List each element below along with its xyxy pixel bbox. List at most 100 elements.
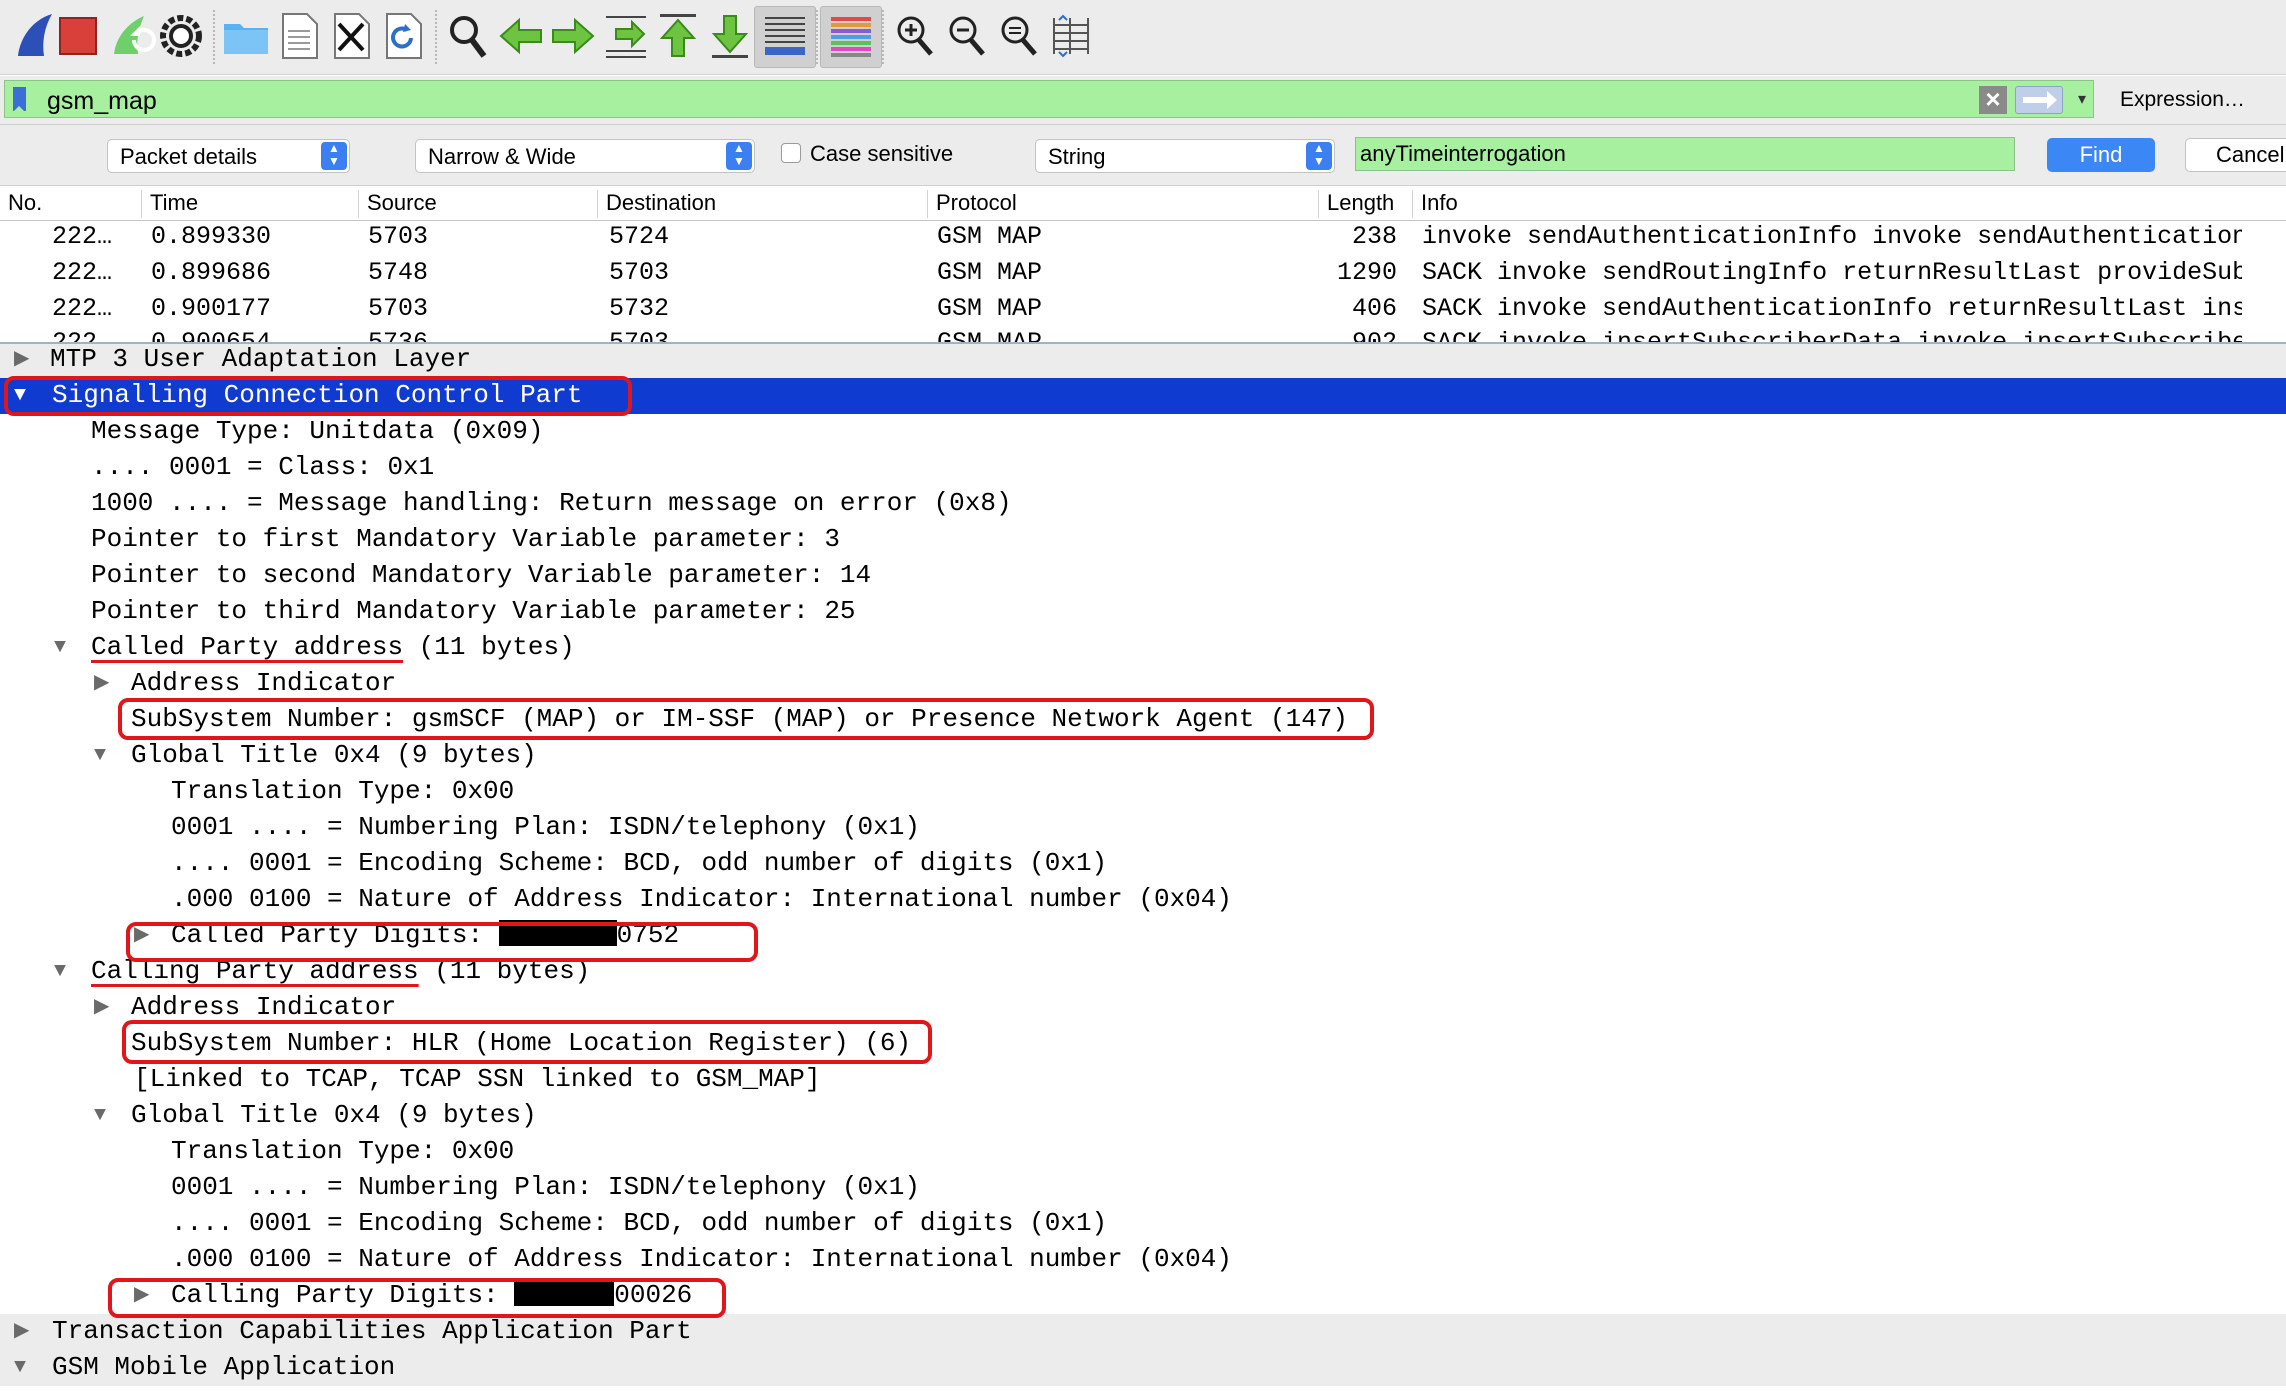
go-to-last-icon[interactable]	[700, 6, 760, 66]
display-filter-value[interactable]: gsm_map	[47, 87, 157, 116]
search-type-value: String	[1048, 144, 1106, 169]
zoom-out-icon[interactable]	[937, 6, 997, 66]
tree-item-label: Global Title 0x4 (9 bytes)	[131, 740, 537, 770]
open-folder-icon[interactable]	[216, 6, 276, 66]
filter-history-dropdown[interactable]: ▾	[2071, 86, 2093, 114]
char-width-select[interactable]: Narrow & Wide ▲ ▼	[415, 139, 755, 173]
tree-item-label: .... 0001 = Encoding Scheme: BCD, odd nu…	[171, 848, 1108, 878]
tree-item-class[interactable]: .... 0001 = Class: 0x1	[0, 450, 2286, 486]
expand-arrow-icon[interactable]: ▶	[94, 666, 109, 702]
tree-item-called-nai[interactable]: .000 0100 = Nature of Address Indicator:…	[0, 882, 2286, 918]
packet-time: 0.899686	[151, 258, 272, 287]
tree-item-calling-numbering-plan[interactable]: 0001 .... = Numbering Plan: ISDN/telepho…	[0, 1170, 2286, 1206]
collapse-arrow-icon[interactable]: ▼	[94, 738, 106, 774]
zoom-normal-icon[interactable]	[989, 6, 1049, 66]
tree-item-pointer-1[interactable]: Pointer to first Mandatory Variable para…	[0, 522, 2286, 558]
go-forward-icon[interactable]	[543, 6, 603, 66]
tree-item-message-type[interactable]: Message Type: Unitdata (0x09)	[0, 414, 2286, 450]
tree-item-label: .... 0001 = Class: 0x1	[91, 452, 435, 482]
packet-destination: 5732	[609, 294, 670, 323]
search-type-select[interactable]: String ▲ ▼	[1035, 139, 1335, 173]
column-header-source[interactable]: Source	[358, 190, 437, 218]
go-back-icon[interactable]	[491, 6, 551, 66]
apply-arrow-icon[interactable]	[2015, 86, 2063, 114]
tree-item-pointer-2[interactable]: Pointer to second Mandatory Variable par…	[0, 558, 2286, 594]
packet-row[interactable]: 222… 0.899330 5703 5724 GSM MAP 238 invo…	[0, 220, 2286, 256]
expand-arrow-icon[interactable]: ▶	[14, 344, 29, 378]
display-filter-bar: gsm_map × ▾ Expression…	[0, 76, 2286, 125]
tree-item-message-handling[interactable]: 1000 .... = Message handling: Return mes…	[0, 486, 2286, 522]
tree-item-label: Transaction Capabilities Application Par…	[52, 1316, 692, 1346]
find-button[interactable]: Find	[2047, 138, 2155, 172]
packet-source: 5703	[368, 294, 429, 323]
collapse-arrow-icon[interactable]: ▼	[94, 1098, 106, 1134]
collapse-arrow-icon[interactable]: ▼	[54, 954, 66, 990]
annotation-box-sccp	[4, 376, 632, 416]
column-header-protocol[interactable]: Protocol	[927, 190, 1017, 218]
column-header-no[interactable]: No.	[0, 190, 42, 218]
packet-time: 0.900177	[151, 294, 272, 323]
stop-capture-icon[interactable]	[48, 6, 108, 66]
tree-item-called-global-title[interactable]: ▼ Global Title 0x4 (9 bytes)	[0, 738, 2286, 774]
go-to-first-icon[interactable]	[648, 6, 708, 66]
tree-item-label: Pointer to second Mandatory Variable par…	[91, 560, 872, 590]
tree-item-called-party-address[interactable]: ▼ Called Party address (11 bytes)	[0, 630, 2286, 666]
colorize-icon[interactable]	[820, 6, 882, 68]
packet-row[interactable]: 222… 0.899686 5748 5703 GSM MAP 1290 SAC…	[0, 256, 2286, 292]
chevron-updown-icon: ▲ ▼	[1306, 142, 1332, 170]
reload-file-icon[interactable]	[373, 6, 433, 66]
packet-destination: 5703	[609, 328, 670, 344]
cancel-button[interactable]: Cancel	[2185, 138, 2286, 172]
packet-protocol: GSM MAP	[937, 222, 1043, 251]
tree-item-label: .... 0001 = Encoding Scheme: BCD, odd nu…	[171, 1208, 1108, 1238]
capture-options-icon[interactable]	[151, 6, 211, 66]
tree-item-calling-nai[interactable]: .000 0100 = Nature of Address Indicator:…	[0, 1242, 2286, 1278]
column-header-info[interactable]: Info	[1412, 190, 1458, 218]
collapse-arrow-icon[interactable]: ▼	[54, 630, 66, 666]
resize-columns-icon[interactable]	[1041, 6, 1101, 66]
column-header-destination[interactable]: Destination	[597, 190, 716, 218]
packet-info: SACK invoke sendRoutingInfo returnResult…	[1422, 258, 2242, 287]
search-scope-select[interactable]: Packet details ▲ ▼	[107, 139, 350, 173]
packet-row[interactable]: 222… 0.900177 5703 5732 GSM MAP 406 SACK…	[0, 292, 2286, 328]
tree-item-label: Address Indicator	[131, 668, 397, 698]
packet-source: 5736	[368, 328, 429, 344]
packet-row[interactable]: 222… 0.900654 5736 5703 GSM MAP 902 SACK…	[0, 326, 2286, 344]
case-sensitive-checkbox[interactable]	[781, 143, 801, 163]
tree-item-tcap[interactable]: ▶ Transaction Capabilities Application P…	[0, 1314, 2286, 1350]
bookmark-icon[interactable]	[13, 87, 26, 112]
expand-arrow-icon[interactable]: ▶	[94, 990, 109, 1026]
search-input[interactable]: anyTimeinterrogation	[1355, 137, 2015, 171]
save-file-icon[interactable]	[269, 6, 329, 66]
tree-item-called-numbering-plan[interactable]: 0001 .... = Numbering Plan: ISDN/telepho…	[0, 810, 2286, 846]
packet-time: 0.900654	[151, 328, 272, 344]
tree-item-calling-linked[interactable]: [Linked to TCAP, TCAP SSN linked to GSM_…	[0, 1062, 2286, 1098]
tree-item-called-encoding-scheme[interactable]: .... 0001 = Encoding Scheme: BCD, odd nu…	[0, 846, 2286, 882]
autoscroll-icon[interactable]	[754, 6, 816, 68]
expand-arrow-icon[interactable]: ▶	[14, 1314, 29, 1350]
tree-item-calling-encoding-scheme[interactable]: .... 0001 = Encoding Scheme: BCD, odd nu…	[0, 1206, 2286, 1242]
tree-item-mtp3[interactable]: ▶ MTP 3 User Adaptation Layer	[0, 344, 2286, 378]
tree-item-label: Address Indicator	[131, 992, 397, 1022]
tree-item-gsm-map[interactable]: ▼ GSM Mobile Application	[0, 1350, 2286, 1386]
called-party-address-length: (11 bytes)	[403, 632, 575, 662]
tree-item-called-translation-type[interactable]: Translation Type: 0x00	[0, 774, 2286, 810]
collapse-arrow-icon[interactable]: ▼	[14, 1350, 26, 1386]
tree-item-calling-translation-type[interactable]: Translation Type: 0x00	[0, 1134, 2286, 1170]
column-header-length[interactable]: Length	[1318, 190, 1394, 218]
called-party-address-label: Called Party address	[91, 632, 404, 662]
tree-item-called-address-indicator[interactable]: ▶ Address Indicator	[0, 666, 2286, 702]
zoom-in-icon[interactable]	[885, 6, 945, 66]
packet-length: 1290	[1337, 258, 1398, 287]
tree-item-pointer-3[interactable]: Pointer to third Mandatory Variable para…	[0, 594, 2286, 630]
close-file-icon[interactable]	[321, 6, 381, 66]
expression-button[interactable]: Expression…	[2120, 88, 2245, 112]
column-header-time[interactable]: Time	[141, 190, 198, 218]
clear-icon[interactable]: ×	[1979, 86, 2007, 114]
search-input-value[interactable]: anyTimeinterrogation	[1360, 141, 1566, 167]
find-packet-icon[interactable]	[438, 6, 498, 66]
tree-item-calling-global-title[interactable]: ▼ Global Title 0x4 (9 bytes)	[0, 1098, 2286, 1134]
display-filter-input[interactable]: gsm_map × ▾	[4, 80, 2094, 118]
go-to-packet-icon[interactable]	[596, 6, 656, 66]
tree-item-label: Translation Type: 0x00	[171, 1136, 515, 1166]
